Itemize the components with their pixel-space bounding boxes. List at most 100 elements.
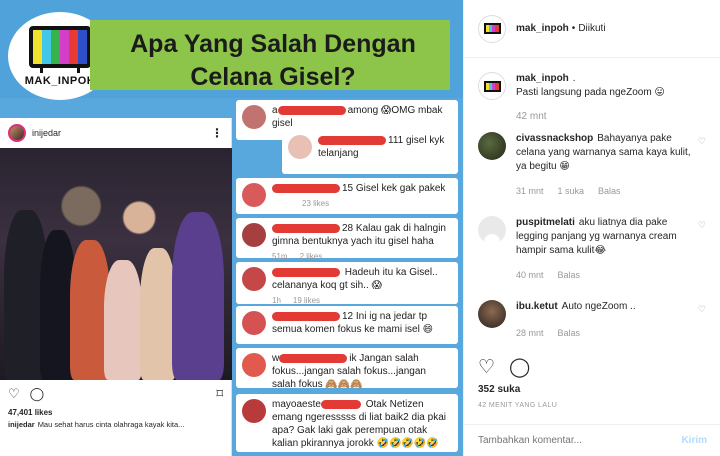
account-name[interactable]: mak_inpoh — [516, 23, 569, 34]
avatar — [288, 135, 312, 159]
comment-item: ibu.ketut Auto ngeZoom .. 28 mnt Balas ♡ — [478, 300, 710, 340]
comment-likes: 23 likes — [302, 199, 330, 208]
follow-status[interactable]: Diikuti — [578, 23, 605, 34]
person-figure — [104, 260, 142, 380]
comment-likes[interactable]: 1 suka — [558, 184, 585, 198]
default-avatar-icon — [484, 234, 500, 244]
person-figure — [140, 248, 176, 380]
tv-logo-icon — [483, 23, 501, 34]
comment-likes: 2 likes — [299, 252, 323, 261]
redaction-mark — [272, 311, 340, 321]
heart-icon[interactable]: ♡ — [698, 302, 706, 316]
comment-input[interactable] — [478, 435, 682, 446]
reply-button[interactable]: Balas — [558, 326, 581, 340]
heart-icon[interactable]: ♡ — [698, 218, 706, 232]
redaction-mark — [272, 267, 340, 277]
screenshot-comment: 111 gisel kyk telanjang — [282, 130, 458, 174]
comment-time: 1h — [272, 296, 281, 305]
avatar — [8, 124, 26, 142]
redaction-mark — [320, 399, 361, 409]
heart-icon[interactable]: ♡ — [478, 356, 495, 379]
screenshot-comment: 28 Kalau gak di halngin gimna bentuknya … — [236, 218, 458, 261]
reply-button[interactable]: Balas — [558, 268, 581, 282]
more-icon: ⋮ — [211, 126, 223, 140]
post-image: MAK_INPOH Apa Yang Salah Dengan Celana G… — [0, 0, 463, 456]
ig-card-username: inijedar — [32, 128, 62, 138]
redaction-mark — [277, 105, 346, 115]
group-photo — [0, 148, 232, 380]
caption-user-suffix: . — [572, 73, 576, 84]
caption-user[interactable]: mak_inpoh — [516, 73, 569, 84]
ig-card-likes: 47,401 likes — [8, 408, 53, 417]
redaction-mark — [272, 183, 340, 193]
caption-user: inijedar — [8, 420, 35, 429]
avatar — [242, 311, 266, 335]
ig-card-actions: ♡ ◯ ⌑ — [0, 380, 231, 408]
ig-card-header: inijedar ⋮ — [0, 118, 231, 148]
avatar — [242, 223, 266, 247]
headline: Apa Yang Salah Dengan Celana Gisel? — [130, 30, 416, 91]
post-actions: ♡ ◯ — [478, 356, 530, 379]
instagram-post-view: MAK_INPOH Apa Yang Salah Dengan Celana G… — [0, 0, 720, 456]
redaction-mark — [272, 223, 340, 233]
avatar — [242, 399, 266, 423]
separator-dot: • — [571, 23, 576, 34]
post-caption: mak_inpoh. Pasti langsung pada ngeZoom 😛… — [478, 72, 710, 124]
screenshot-comment: Hadeuh itu ka Gisel.. celananya koq gt s… — [236, 262, 458, 305]
comment-meta: 23 likes — [272, 197, 452, 210]
comment-user[interactable]: puspitmelati — [516, 217, 575, 228]
comment-item: puspitmelati aku liatnya dia pake legging… — [478, 216, 710, 282]
comment-icon: ◯ — [29, 386, 45, 401]
comment-text: Gisel kek gak pakek — [355, 183, 446, 194]
comment-user: 12 — [342, 311, 354, 322]
comment-user: 28 — [342, 223, 354, 234]
bookmark-icon: ⌑ — [216, 386, 223, 401]
caption-text: Mau sehat harus cinta olahraga kayak kit… — [37, 420, 185, 429]
comment-user: a — [272, 105, 278, 116]
post-sidebar: mak_inpoh • Diikuti mak_inpoh. Pasti lan… — [463, 0, 720, 456]
avatar[interactable] — [478, 72, 506, 100]
post-time: 42 MENIT YANG LALU — [478, 402, 558, 409]
redaction-mark — [279, 353, 348, 363]
avatar[interactable] — [478, 300, 506, 328]
avatar — [242, 267, 266, 291]
comment-user[interactable]: ibu.ketut — [516, 301, 558, 312]
caption-time: 42 mnt — [516, 111, 547, 122]
heart-icon[interactable]: ♡ — [698, 134, 706, 148]
comment-time: 40 mnt — [516, 270, 544, 280]
comment-time: 28 mnt — [516, 328, 544, 338]
avatar — [242, 353, 266, 377]
comment-user[interactable]: civassnackshop — [516, 133, 593, 144]
post-header: mak_inpoh • Diikuti — [464, 0, 720, 58]
screenshot-comment: 15 Gisel kek gak pakek 23 likes — [236, 178, 458, 214]
post-likes[interactable]: 352 suka — [478, 384, 520, 395]
brand-logo-text: MAK_INPOH — [24, 75, 96, 87]
comment-user: 111 — [388, 135, 404, 146]
tv-stand — [40, 67, 80, 73]
comment-item: civassnackshop Bahayanya pake celana yang… — [478, 132, 710, 198]
ig-card-caption: inijedar Mau sehat harus cinta olahraga k… — [0, 417, 231, 429]
caption-text: Pasti langsung pada ngeZoom 😛 — [516, 87, 665, 98]
comment-icon[interactable]: ◯ — [509, 356, 530, 379]
avatar[interactable] — [478, 132, 506, 160]
comment-time: 51m — [272, 252, 288, 261]
comment-user: ik — [349, 353, 357, 364]
comment-user: mayoaeste — [272, 399, 321, 410]
comment-user: w — [272, 353, 280, 364]
send-button[interactable]: Kirim — [681, 435, 707, 446]
avatar[interactable] — [478, 14, 506, 43]
person-figure — [172, 212, 224, 380]
comment-user: among — [347, 105, 379, 116]
screenshot-comment: 12 Ini ig na jedar tp semua komen fokus … — [236, 306, 458, 344]
comment-likes: 19 likes — [292, 296, 321, 305]
comment-user: 15 — [342, 183, 354, 194]
comment-bar: Kirim — [464, 424, 720, 456]
avatar[interactable] — [478, 216, 506, 244]
redaction-mark — [318, 135, 386, 145]
reply-button[interactable]: Balas — [598, 184, 621, 198]
tv-logo-icon — [29, 26, 91, 68]
avatar — [242, 105, 266, 129]
embedded-ig-card: inijedar ⋮ ♡ ◯ ⌑ 47,401 likes inijedar Ma… — [0, 118, 232, 456]
tv-logo-icon — [483, 80, 501, 92]
avatar — [242, 183, 266, 207]
